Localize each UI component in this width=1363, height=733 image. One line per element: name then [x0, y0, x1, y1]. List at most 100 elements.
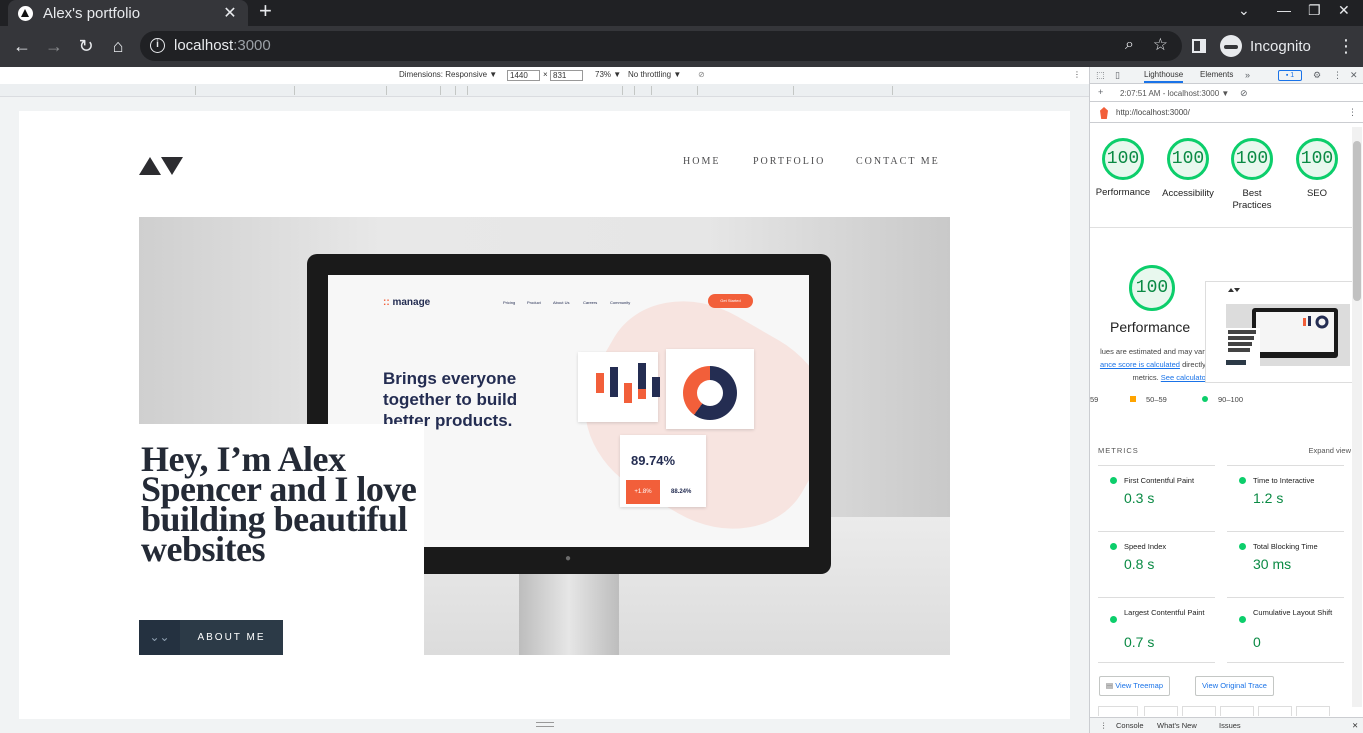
chevron-down-icon: ⌄⌄ [139, 620, 180, 655]
nav-home-link[interactable]: HOME [683, 156, 720, 167]
zoom-icon[interactable]: ⌕ [1125, 36, 1134, 54]
accessibility-gauge[interactable]: 100 [1167, 138, 1209, 180]
home-icon[interactable]: ⌂ [107, 36, 129, 56]
tab-elements[interactable]: Elements [1200, 70, 1233, 79]
score-calculated-link[interactable]: ance score is calculated [1100, 360, 1180, 369]
viewport-resize-handle[interactable] [536, 722, 554, 727]
screen-stat-badge: +1.8% [626, 480, 660, 504]
close-window-icon[interactable]: ✕ [1338, 2, 1350, 19]
final-screenshot-thumbnail[interactable] [1205, 281, 1355, 383]
portfolio-page: HOME PORTFOLIO CONTACT ME ● :: manage Pr… [19, 111, 1070, 719]
zoom-select[interactable]: 73% ▼ [595, 70, 621, 79]
expand-view-toggle[interactable]: Expand view [1308, 446, 1351, 455]
close-drawer-icon[interactable]: ✕ [1352, 721, 1358, 730]
nav-contact-link[interactable]: CONTACT ME [856, 156, 940, 167]
report-menu-icon[interactable]: ⋮ [1348, 107, 1357, 118]
minimize-icon[interactable]: — [1277, 2, 1291, 18]
settings-gear-icon[interactable]: ⚙ [1313, 70, 1321, 81]
url-text[interactable]: localhost:3000 [174, 37, 271, 54]
dimensions-select[interactable]: Dimensions: Responsive ▼ [399, 70, 497, 79]
issues-badge[interactable]: ▪ 1 [1278, 70, 1302, 81]
report-url-bar: http://localhost:3000/ ⋮ [1090, 103, 1363, 123]
apple-logo-icon: ● [565, 553, 572, 564]
see-calculator-link[interactable]: See calculator. [1161, 373, 1210, 382]
tab-title: Alex's portfolio [43, 4, 141, 22]
screen-brand: :: manage [383, 297, 431, 308]
nav-portfolio-link[interactable]: PORTFOLIO [753, 156, 825, 167]
report-url[interactable]: http://localhost:3000/ [1116, 108, 1190, 117]
add-report-icon[interactable]: + [1098, 87, 1103, 97]
legend-good: 90–100 [1202, 395, 1243, 404]
seo-gauge[interactable]: 100 [1296, 138, 1338, 180]
metric-tbt: Total Blocking Time 30 ms [1227, 531, 1344, 597]
forward-icon[interactable]: → [43, 36, 65, 56]
legend-poor: 59 [1090, 395, 1099, 404]
screen-nav-item: Careers [583, 300, 598, 305]
height-input[interactable]: 831 [550, 70, 583, 81]
devtools-menu-icon[interactable]: ⋮ [1333, 70, 1342, 81]
incognito-icon [1220, 35, 1242, 57]
close-devtools-icon[interactable]: ✕ [1350, 70, 1358, 81]
inspect-icon[interactable]: ⬚ [1096, 70, 1105, 81]
metric-speed-index: Speed Index 0.8 s [1098, 531, 1215, 597]
width-input[interactable]: 1440 [507, 70, 540, 81]
view-trace-button[interactable]: View Original Trace [1195, 676, 1274, 696]
devtools-scrollbar[interactable] [1352, 127, 1362, 707]
performance-score-gauge: 100 [1129, 265, 1175, 311]
incognito-profile[interactable]: Incognito [1220, 32, 1311, 60]
reload-icon[interactable]: ↻ [75, 36, 97, 56]
site-info-icon[interactable]: i [150, 38, 165, 53]
report-selector[interactable]: 2:07:51 AM - localhost:3000 ▼ [1120, 89, 1229, 98]
metrics-header: METRICS Expand view [1098, 446, 1351, 455]
rotate-icon[interactable]: ⊘ [698, 70, 705, 79]
side-panel-icon[interactable] [1192, 39, 1206, 53]
browser-tab[interactable]: Alex's portfolio ✕ [8, 0, 248, 26]
close-tab-icon[interactable]: ✕ [222, 3, 238, 23]
site-logo-icon[interactable] [139, 155, 183, 175]
hero-title: Hey, I’m Alex Spencer and I love buildin… [141, 439, 417, 569]
metric-fcp: First Contentful Paint 0.3 s [1098, 465, 1215, 531]
drawer-tab-whats-new[interactable]: What's New [1157, 721, 1197, 730]
address-bar[interactable]: i localhost:3000 ⌕ ☆ [140, 31, 1182, 61]
screen-nav-item: Community [610, 300, 631, 305]
throttling-select[interactable]: No throttling ▼ [628, 70, 681, 79]
more-tabs-icon[interactable]: » [1245, 70, 1250, 80]
about-me-label: ABOUT ME [197, 632, 266, 643]
tab-search-icon[interactable]: ⌄ [1238, 2, 1250, 19]
drawer-tab-console[interactable]: Console [1116, 721, 1144, 730]
incognito-label: Incognito [1250, 37, 1311, 55]
screen-bar-card [578, 352, 658, 422]
view-treemap-button[interactable]: ▤ View Treemap [1099, 676, 1170, 696]
devtools-drawer: ⋮ Console What's New Issues ✕ [1090, 717, 1363, 733]
monitor-stand [519, 574, 619, 655]
times-sign: × [543, 70, 548, 79]
tab-lighthouse[interactable]: Lighthouse [1144, 70, 1184, 83]
screen-nav-item: Pricing [503, 300, 516, 305]
new-tab-icon[interactable]: + [259, 0, 272, 24]
device-mode-icon[interactable]: ▯ [1115, 70, 1120, 81]
back-icon[interactable]: ← [11, 36, 33, 56]
screen-stat-big: 89.74% [631, 453, 676, 468]
browser-toolbar: ← → ↻ ⌂ i localhost:3000 ⌕ ☆ Incognito ⋮ [0, 26, 1363, 67]
device-menu-icon[interactable]: ⋮ [1073, 70, 1081, 79]
metric-lcp: Largest Contentful Paint 0.7 s [1098, 597, 1215, 663]
screen-nav-item: Product [527, 300, 541, 305]
screen-headline: Brings everyone together to build better… [383, 369, 518, 430]
drawer-menu-icon[interactable]: ⋮ [1100, 721, 1108, 730]
metric-tti: Time to Interactive 1.2 s [1227, 465, 1344, 531]
restore-icon[interactable]: ❐ [1308, 2, 1321, 19]
performance-heading: Performance [1110, 319, 1191, 335]
best-practices-gauge-label: Best Practices [1232, 188, 1272, 211]
lighthouse-icon [1100, 107, 1108, 119]
performance-gauge[interactable]: 100 [1102, 138, 1144, 180]
performance-note: lues are estimated and may vary. ance sc… [1099, 347, 1210, 382]
devtools-panel: ⬚ ▯ Lighthouse Elements » ▪ 1 ⚙ ⋮ ✕ + 2:… [1089, 67, 1363, 733]
legend-average: 50–59 [1130, 395, 1167, 404]
drawer-tab-issues[interactable]: Issues [1219, 721, 1241, 730]
bookmark-star-icon[interactable]: ☆ [1153, 35, 1168, 55]
about-me-button[interactable]: ⌄⌄ ABOUT ME [139, 620, 283, 655]
browser-menu-icon[interactable]: ⋮ [1337, 36, 1355, 57]
best-practices-gauge[interactable]: 100 [1231, 138, 1273, 180]
clear-report-icon[interactable]: ⊘ [1240, 88, 1248, 99]
devtools-tabbar: ⬚ ▯ Lighthouse Elements » ▪ 1 ⚙ ⋮ ✕ [1090, 67, 1363, 84]
